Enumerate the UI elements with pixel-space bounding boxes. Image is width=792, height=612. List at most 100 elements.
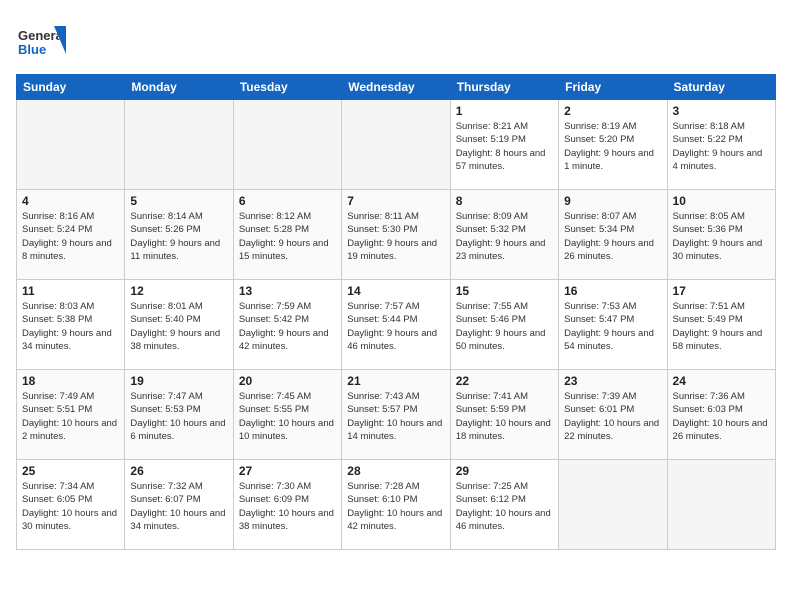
calendar-table: SundayMondayTuesdayWednesdayThursdayFrid… xyxy=(16,74,776,550)
day-info: Sunrise: 7:43 AM Sunset: 5:57 PM Dayligh… xyxy=(347,390,444,443)
day-info: Sunrise: 7:28 AM Sunset: 6:10 PM Dayligh… xyxy=(347,480,444,533)
weekday-header-row: SundayMondayTuesdayWednesdayThursdayFrid… xyxy=(17,75,776,100)
day-number: 17 xyxy=(673,284,770,298)
day-number: 26 xyxy=(130,464,227,478)
week-row-1: 1 Sunrise: 8:21 AM Sunset: 5:19 PM Daylig… xyxy=(17,100,776,190)
calendar-cell: 8 Sunrise: 8:09 AM Sunset: 5:32 PM Daylig… xyxy=(450,190,558,280)
calendar-cell: 14 Sunrise: 7:57 AM Sunset: 5:44 PM Dayli… xyxy=(342,280,450,370)
day-number: 28 xyxy=(347,464,444,478)
calendar-cell: 23 Sunrise: 7:39 AM Sunset: 6:01 PM Dayli… xyxy=(559,370,667,460)
weekday-header-friday: Friday xyxy=(559,75,667,100)
day-number: 21 xyxy=(347,374,444,388)
day-info: Sunrise: 7:39 AM Sunset: 6:01 PM Dayligh… xyxy=(564,390,661,443)
calendar-cell xyxy=(17,100,125,190)
day-number: 23 xyxy=(564,374,661,388)
week-row-3: 11 Sunrise: 8:03 AM Sunset: 5:38 PM Dayli… xyxy=(17,280,776,370)
day-info: Sunrise: 7:53 AM Sunset: 5:47 PM Dayligh… xyxy=(564,300,661,353)
calendar-cell: 27 Sunrise: 7:30 AM Sunset: 6:09 PM Dayli… xyxy=(233,460,341,550)
day-info: Sunrise: 7:47 AM Sunset: 5:53 PM Dayligh… xyxy=(130,390,227,443)
day-number: 2 xyxy=(564,104,661,118)
calendar-cell: 21 Sunrise: 7:43 AM Sunset: 5:57 PM Dayli… xyxy=(342,370,450,460)
day-info: Sunrise: 8:21 AM Sunset: 5:19 PM Dayligh… xyxy=(456,120,553,173)
day-info: Sunrise: 7:57 AM Sunset: 5:44 PM Dayligh… xyxy=(347,300,444,353)
calendar-cell: 16 Sunrise: 7:53 AM Sunset: 5:47 PM Dayli… xyxy=(559,280,667,370)
day-info: Sunrise: 8:11 AM Sunset: 5:30 PM Dayligh… xyxy=(347,210,444,263)
day-number: 7 xyxy=(347,194,444,208)
day-info: Sunrise: 7:30 AM Sunset: 6:09 PM Dayligh… xyxy=(239,480,336,533)
svg-text:Blue: Blue xyxy=(18,42,46,57)
day-number: 25 xyxy=(22,464,119,478)
day-info: Sunrise: 7:25 AM Sunset: 6:12 PM Dayligh… xyxy=(456,480,553,533)
calendar-cell: 13 Sunrise: 7:59 AM Sunset: 5:42 PM Dayli… xyxy=(233,280,341,370)
day-info: Sunrise: 8:09 AM Sunset: 5:32 PM Dayligh… xyxy=(456,210,553,263)
calendar-cell: 10 Sunrise: 8:05 AM Sunset: 5:36 PM Dayli… xyxy=(667,190,775,280)
day-info: Sunrise: 8:01 AM Sunset: 5:40 PM Dayligh… xyxy=(130,300,227,353)
calendar-cell: 17 Sunrise: 7:51 AM Sunset: 5:49 PM Dayli… xyxy=(667,280,775,370)
day-number: 8 xyxy=(456,194,553,208)
weekday-header-tuesday: Tuesday xyxy=(233,75,341,100)
header: General Blue xyxy=(16,16,776,66)
day-number: 10 xyxy=(673,194,770,208)
calendar-cell: 3 Sunrise: 8:18 AM Sunset: 5:22 PM Daylig… xyxy=(667,100,775,190)
weekday-header-saturday: Saturday xyxy=(667,75,775,100)
calendar-cell xyxy=(667,460,775,550)
logo-icon: General Blue xyxy=(16,16,66,66)
calendar-cell: 5Sunrise: 8:14 AM Sunset: 5:26 PM Daylig… xyxy=(125,190,233,280)
day-number: 9 xyxy=(564,194,661,208)
day-info: Sunrise: 8:03 AM Sunset: 5:38 PM Dayligh… xyxy=(22,300,119,353)
day-info: Sunrise: 7:34 AM Sunset: 6:05 PM Dayligh… xyxy=(22,480,119,533)
day-info: Sunrise: 7:45 AM Sunset: 5:55 PM Dayligh… xyxy=(239,390,336,443)
page-container: General Blue SundayMondayTuesdayWednesda… xyxy=(16,16,776,550)
calendar-cell: 4 Sunrise: 8:16 AM Sunset: 5:24 PM Daylig… xyxy=(17,190,125,280)
day-info: Sunrise: 7:32 AM Sunset: 6:07 PM Dayligh… xyxy=(130,480,227,533)
day-number: 4 xyxy=(22,194,119,208)
weekday-header-sunday: Sunday xyxy=(17,75,125,100)
calendar-cell: 15Sunrise: 7:55 AM Sunset: 5:46 PM Dayli… xyxy=(450,280,558,370)
weekday-header-wednesday: Wednesday xyxy=(342,75,450,100)
day-number: 13 xyxy=(239,284,336,298)
calendar-cell: 6 Sunrise: 8:12 AM Sunset: 5:28 PM Daylig… xyxy=(233,190,341,280)
day-number: 27 xyxy=(239,464,336,478)
logo: General Blue xyxy=(16,16,66,66)
day-number: 3 xyxy=(673,104,770,118)
calendar-cell: 28 Sunrise: 7:28 AM Sunset: 6:10 PM Dayli… xyxy=(342,460,450,550)
calendar-cell: 11 Sunrise: 8:03 AM Sunset: 5:38 PM Dayli… xyxy=(17,280,125,370)
day-number: 16 xyxy=(564,284,661,298)
day-info: Sunrise: 7:51 AM Sunset: 5:49 PM Dayligh… xyxy=(673,300,770,353)
day-info: Sunrise: 8:14 AM Sunset: 5:26 PM Dayligh… xyxy=(130,210,227,263)
day-number: 18 xyxy=(22,374,119,388)
calendar-cell xyxy=(125,100,233,190)
day-number: 14 xyxy=(347,284,444,298)
calendar-cell xyxy=(559,460,667,550)
day-number: 22 xyxy=(456,374,553,388)
calendar-cell: 22 Sunrise: 7:41 AM Sunset: 5:59 PM Dayli… xyxy=(450,370,558,460)
day-info: Sunrise: 7:36 AM Sunset: 6:03 PM Dayligh… xyxy=(673,390,770,443)
calendar-cell: 12Sunrise: 8:01 AM Sunset: 5:40 PM Dayli… xyxy=(125,280,233,370)
day-info: Sunrise: 8:18 AM Sunset: 5:22 PM Dayligh… xyxy=(673,120,770,173)
day-info: Sunrise: 8:19 AM Sunset: 5:20 PM Dayligh… xyxy=(564,120,661,173)
calendar-cell: 24 Sunrise: 7:36 AM Sunset: 6:03 PM Dayli… xyxy=(667,370,775,460)
calendar-cell: 7 Sunrise: 8:11 AM Sunset: 5:30 PM Daylig… xyxy=(342,190,450,280)
day-number: 29 xyxy=(456,464,553,478)
day-info: Sunrise: 8:05 AM Sunset: 5:36 PM Dayligh… xyxy=(673,210,770,263)
day-number: 11 xyxy=(22,284,119,298)
day-info: Sunrise: 8:07 AM Sunset: 5:34 PM Dayligh… xyxy=(564,210,661,263)
weekday-header-monday: Monday xyxy=(125,75,233,100)
calendar-cell: 19 Sunrise: 7:47 AM Sunset: 5:53 PM Dayli… xyxy=(125,370,233,460)
day-number: 24 xyxy=(673,374,770,388)
day-number: 6 xyxy=(239,194,336,208)
day-number: 1 xyxy=(456,104,553,118)
day-info: Sunrise: 8:16 AM Sunset: 5:24 PM Dayligh… xyxy=(22,210,119,263)
calendar-cell: 9 Sunrise: 8:07 AM Sunset: 5:34 PM Daylig… xyxy=(559,190,667,280)
week-row-5: 25 Sunrise: 7:34 AM Sunset: 6:05 PM Dayli… xyxy=(17,460,776,550)
day-info: Sunrise: 8:12 AM Sunset: 5:28 PM Dayligh… xyxy=(239,210,336,263)
day-number: 15 xyxy=(456,284,553,298)
weekday-header-thursday: Thursday xyxy=(450,75,558,100)
calendar-cell: 1 Sunrise: 8:21 AM Sunset: 5:19 PM Daylig… xyxy=(450,100,558,190)
day-info: Sunrise: 7:59 AM Sunset: 5:42 PM Dayligh… xyxy=(239,300,336,353)
calendar-cell: 25 Sunrise: 7:34 AM Sunset: 6:05 PM Dayli… xyxy=(17,460,125,550)
calendar-cell xyxy=(233,100,341,190)
day-info: Sunrise: 7:41 AM Sunset: 5:59 PM Dayligh… xyxy=(456,390,553,443)
week-row-4: 18Sunrise: 7:49 AM Sunset: 5:51 PM Dayli… xyxy=(17,370,776,460)
day-number: 19 xyxy=(130,374,227,388)
